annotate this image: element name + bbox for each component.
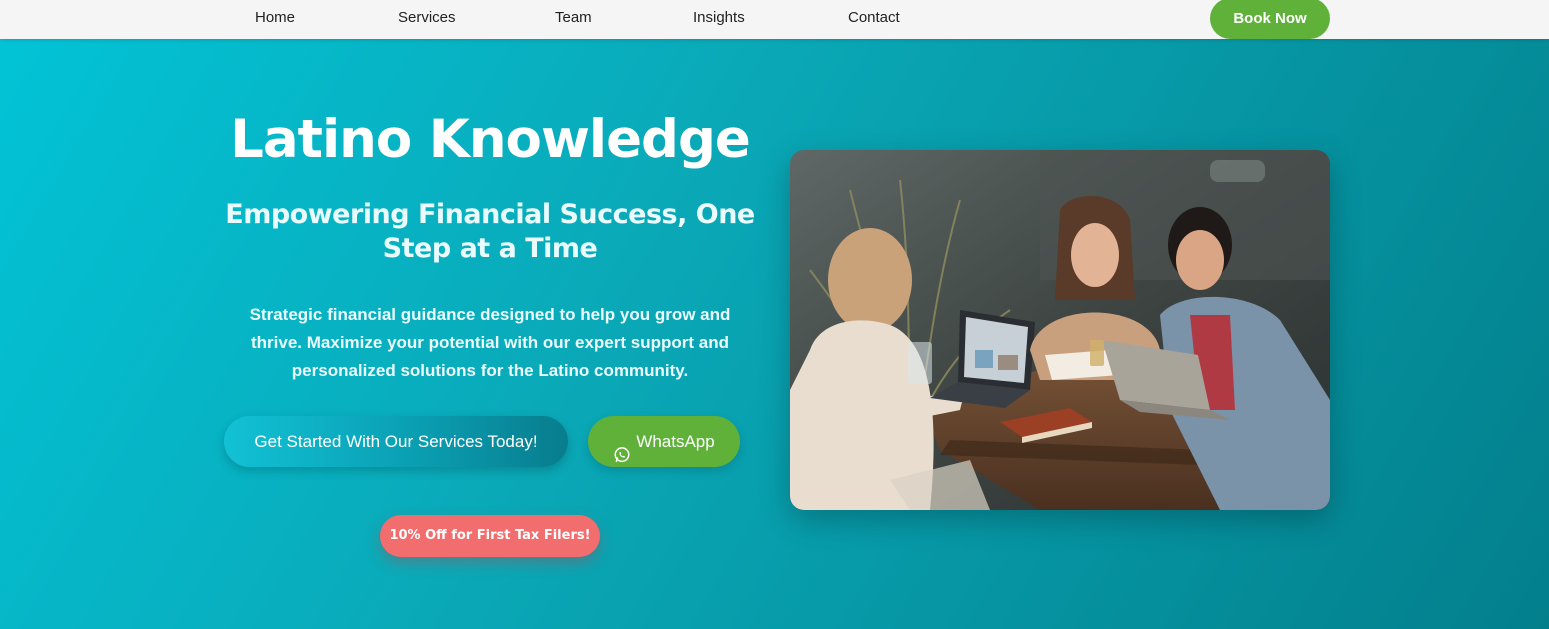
hero-section: Latino Knowledge Empowering Financial Su…: [0, 39, 1549, 629]
whatsapp-icon: [613, 433, 631, 462]
promo-badge[interactable]: 10% Off for First Tax Filers!: [380, 515, 600, 557]
book-now-button[interactable]: Book Now: [1210, 0, 1330, 39]
whatsapp-button[interactable]: WhatsApp: [588, 416, 740, 467]
nav-contact[interactable]: Contact: [848, 9, 900, 26]
hero-title: Latino Knowledge: [230, 109, 751, 170]
top-navbar: Home Services Team Insights Contact Book…: [0, 0, 1549, 39]
hero-photo: [790, 150, 1330, 510]
nav-home[interactable]: Home: [255, 9, 295, 26]
whatsapp-label: WhatsApp: [636, 432, 715, 451]
nav-services[interactable]: Services: [398, 9, 456, 26]
nav-team[interactable]: Team: [555, 9, 592, 26]
nav-insights[interactable]: Insights: [693, 9, 745, 26]
get-started-button[interactable]: Get Started With Our Services Today!: [224, 416, 568, 467]
hero-subtitle: Empowering Financial Success, One Step a…: [225, 199, 755, 264]
hero-description: Strategic financial guidance designed to…: [249, 305, 731, 380]
